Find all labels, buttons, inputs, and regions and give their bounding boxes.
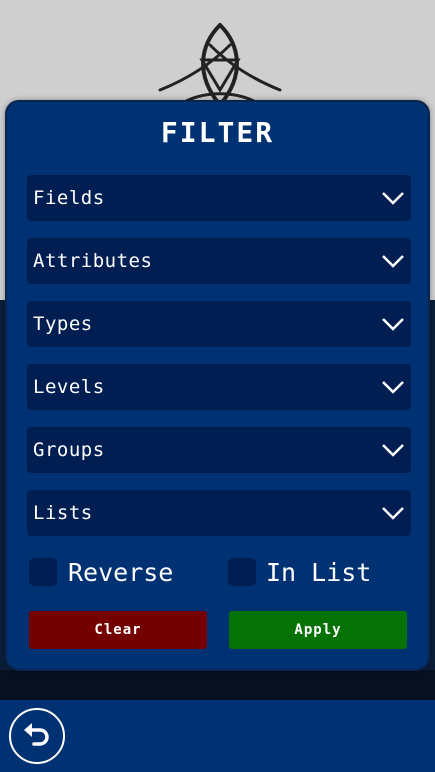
undo-arrow-icon <box>24 723 49 746</box>
emblem-logo <box>158 23 282 107</box>
dropdown-types[interactable]: Types <box>27 301 411 347</box>
clear-button[interactable]: Clear <box>29 611 207 649</box>
chevron-down-icon <box>382 507 404 520</box>
dropdown-attributes[interactable]: Attributes <box>27 238 411 284</box>
filter-title: FILTER <box>160 116 275 149</box>
dropdown-label: Levels <box>33 376 105 398</box>
in-list-label: In List <box>266 558 372 587</box>
in-list-checkbox[interactable] <box>228 558 256 586</box>
dropdown-lists[interactable]: Lists <box>27 490 411 536</box>
chevron-down-icon <box>382 444 404 457</box>
dropdown-groups[interactable]: Groups <box>27 427 411 473</box>
dropdown-levels[interactable]: Levels <box>27 364 411 410</box>
dropdown-fields[interactable]: Fields <box>27 175 411 221</box>
dropdown-label: Lists <box>33 502 93 524</box>
chevron-down-icon <box>382 192 404 205</box>
back-button[interactable] <box>9 708 65 764</box>
dropdown-label: Types <box>33 313 93 335</box>
dropdown-label: Groups <box>33 439 105 461</box>
reverse-checkbox[interactable] <box>29 558 57 586</box>
background-strip <box>0 670 435 700</box>
apply-button[interactable]: Apply <box>229 611 407 649</box>
reverse-label: Reverse <box>68 558 174 587</box>
chevron-down-icon <box>382 381 404 394</box>
chevron-down-icon <box>382 255 404 268</box>
dropdown-label: Fields <box>33 187 105 209</box>
chevron-down-icon <box>382 318 404 331</box>
filter-panel: FILTER Fields Attributes Types Levels Gr… <box>5 100 430 671</box>
dropdown-label: Attributes <box>33 250 153 272</box>
bottom-bar <box>0 700 435 772</box>
